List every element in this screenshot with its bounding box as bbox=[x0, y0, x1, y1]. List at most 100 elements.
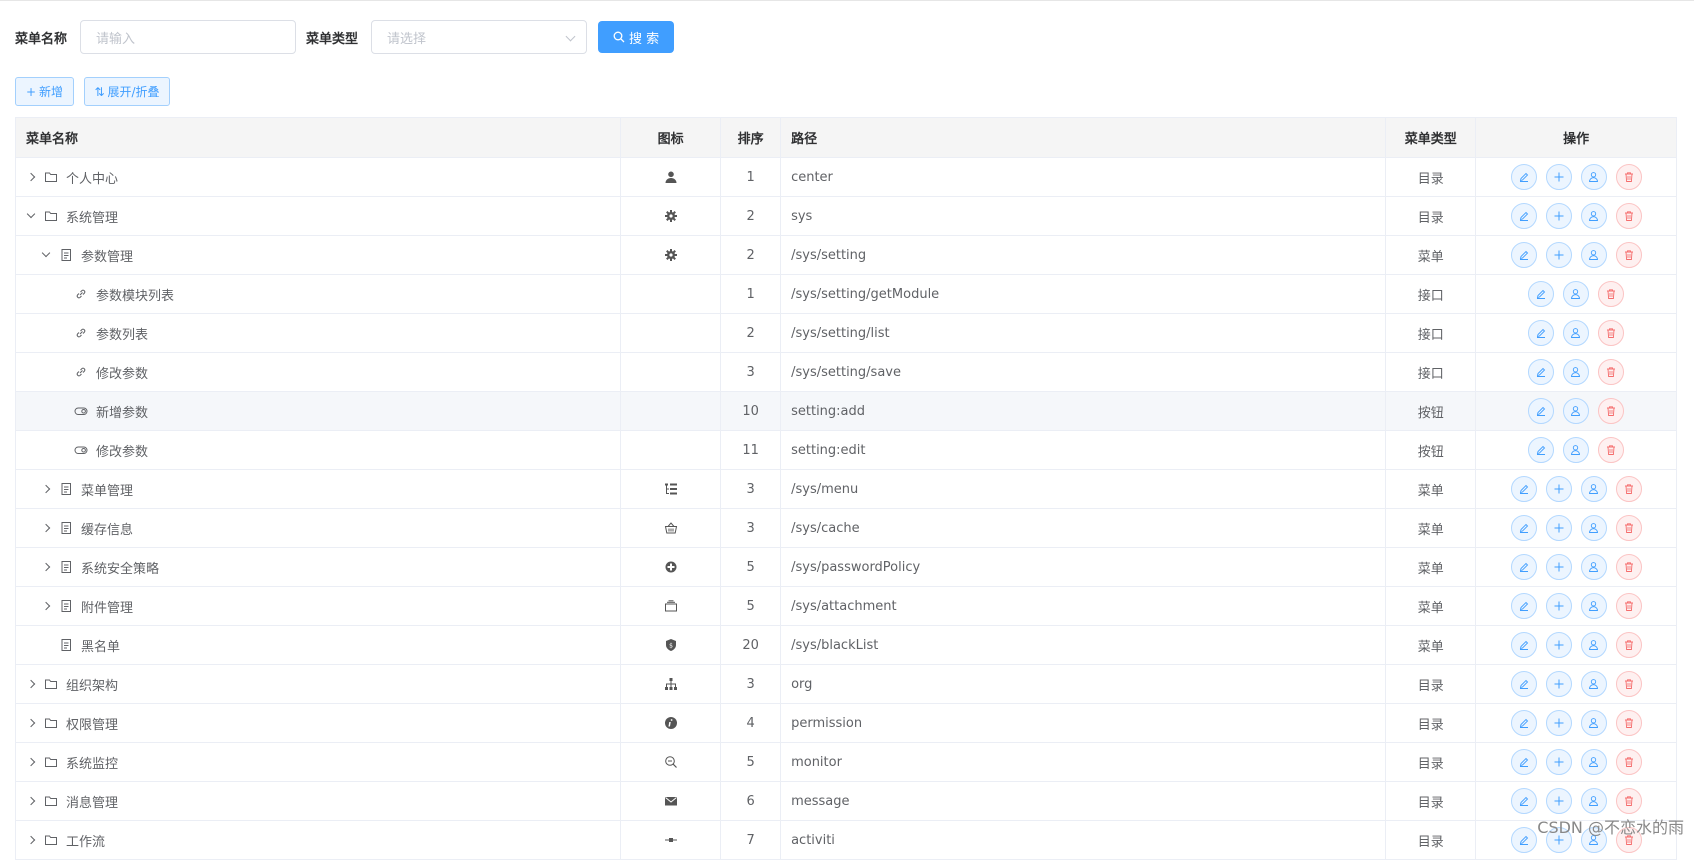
header-icon[interactable]: 图标 bbox=[621, 118, 721, 157]
delete-button[interactable] bbox=[1616, 671, 1642, 697]
chevron-right-icon[interactable] bbox=[24, 837, 38, 843]
table-row[interactable]: 消息管理 6 message 目录 bbox=[16, 782, 1676, 821]
edit-button[interactable] bbox=[1528, 398, 1554, 424]
expand-collapse-button[interactable]: ⇅ 展开/折叠 bbox=[84, 77, 170, 106]
assign-button[interactable] bbox=[1581, 593, 1607, 619]
add-child-button[interactable] bbox=[1546, 593, 1572, 619]
header-ops[interactable]: 操作 bbox=[1476, 118, 1676, 157]
chevron-right-icon[interactable] bbox=[24, 798, 38, 804]
table-row[interactable]: 参数管理 2 /sys/setting 菜单 bbox=[16, 236, 1676, 275]
chevron-right-icon[interactable] bbox=[24, 759, 38, 765]
add-button[interactable]: + 新增 bbox=[15, 77, 74, 106]
table-row[interactable]: 工作流 7 activiti 目录 bbox=[16, 821, 1676, 860]
table-row[interactable]: 修改参数 11 setting:edit 按钮 bbox=[16, 431, 1676, 470]
edit-button[interactable] bbox=[1511, 515, 1537, 541]
chevron-right-icon[interactable] bbox=[24, 681, 38, 687]
edit-button[interactable] bbox=[1511, 593, 1537, 619]
table-row[interactable]: 附件管理 5 /sys/attachment 菜单 bbox=[16, 587, 1676, 626]
add-child-button[interactable] bbox=[1546, 476, 1572, 502]
assign-button[interactable] bbox=[1581, 164, 1607, 190]
table-row[interactable]: 菜单管理 3 /sys/menu 菜单 bbox=[16, 470, 1676, 509]
assign-button[interactable] bbox=[1581, 515, 1607, 541]
add-child-button[interactable] bbox=[1546, 632, 1572, 658]
assign-button[interactable] bbox=[1581, 554, 1607, 580]
assign-button[interactable] bbox=[1581, 671, 1607, 697]
chevron-right-icon[interactable] bbox=[39, 486, 53, 492]
delete-button[interactable] bbox=[1616, 476, 1642, 502]
edit-button[interactable] bbox=[1511, 749, 1537, 775]
assign-button[interactable] bbox=[1581, 632, 1607, 658]
chevron-right-icon[interactable] bbox=[24, 174, 38, 180]
delete-button[interactable] bbox=[1616, 554, 1642, 580]
table-row[interactable]: 参数列表 2 /sys/setting/list 接口 bbox=[16, 314, 1676, 353]
delete-button[interactable] bbox=[1616, 242, 1642, 268]
chevron-down-icon[interactable] bbox=[24, 215, 38, 217]
delete-button[interactable] bbox=[1598, 281, 1624, 307]
delete-button[interactable] bbox=[1598, 359, 1624, 385]
edit-button[interactable] bbox=[1511, 164, 1537, 190]
add-child-button[interactable] bbox=[1546, 710, 1572, 736]
add-child-button[interactable] bbox=[1546, 203, 1572, 229]
edit-button[interactable] bbox=[1511, 671, 1537, 697]
add-child-button[interactable] bbox=[1546, 242, 1572, 268]
table-row[interactable]: 系统监控 5 monitor 目录 bbox=[16, 743, 1676, 782]
chevron-right-icon[interactable] bbox=[39, 525, 53, 531]
table-row[interactable]: 组织架构 3 org 目录 bbox=[16, 665, 1676, 704]
table-row[interactable]: 新增参数 10 setting:add 按钮 bbox=[16, 392, 1676, 431]
header-path[interactable]: 路径 bbox=[781, 118, 1386, 157]
search-button[interactable]: 搜 索 bbox=[598, 21, 674, 53]
assign-button[interactable] bbox=[1581, 710, 1607, 736]
assign-button[interactable] bbox=[1563, 437, 1589, 463]
add-child-button[interactable] bbox=[1546, 749, 1572, 775]
delete-button[interactable] bbox=[1616, 164, 1642, 190]
add-child-button[interactable] bbox=[1546, 788, 1572, 814]
chevron-down-icon[interactable] bbox=[39, 254, 53, 256]
table-row[interactable]: 权限管理 4 permission 目录 bbox=[16, 704, 1676, 743]
chevron-right-icon[interactable] bbox=[24, 720, 38, 726]
header-type[interactable]: 菜单类型 bbox=[1386, 118, 1476, 157]
delete-button[interactable] bbox=[1616, 593, 1642, 619]
assign-button[interactable] bbox=[1563, 320, 1589, 346]
assign-button[interactable] bbox=[1581, 476, 1607, 502]
delete-button[interactable] bbox=[1616, 710, 1642, 736]
menu-type-select[interactable]: 请选择 bbox=[371, 20, 587, 54]
delete-button[interactable] bbox=[1616, 515, 1642, 541]
edit-button[interactable] bbox=[1511, 476, 1537, 502]
delete-button[interactable] bbox=[1616, 203, 1642, 229]
add-child-button[interactable] bbox=[1546, 671, 1572, 697]
header-name[interactable]: 菜单名称 bbox=[16, 118, 621, 157]
edit-button[interactable] bbox=[1528, 359, 1554, 385]
edit-button[interactable] bbox=[1511, 788, 1537, 814]
assign-button[interactable] bbox=[1581, 203, 1607, 229]
chevron-right-icon[interactable] bbox=[39, 564, 53, 570]
delete-button[interactable] bbox=[1598, 437, 1624, 463]
table-row[interactable]: 参数模块列表 1 /sys/setting/getModule 接口 bbox=[16, 275, 1676, 314]
add-child-button[interactable] bbox=[1546, 515, 1572, 541]
table-row[interactable]: 缓存信息 3 /sys/cache 菜单 bbox=[16, 509, 1676, 548]
table-row[interactable]: 个人中心 1 center 目录 bbox=[16, 158, 1676, 197]
edit-button[interactable] bbox=[1528, 437, 1554, 463]
edit-button[interactable] bbox=[1511, 203, 1537, 229]
edit-button[interactable] bbox=[1511, 632, 1537, 658]
edit-button[interactable] bbox=[1511, 554, 1537, 580]
assign-button[interactable] bbox=[1581, 242, 1607, 268]
assign-button[interactable] bbox=[1581, 788, 1607, 814]
edit-button[interactable] bbox=[1511, 710, 1537, 736]
chevron-right-icon[interactable] bbox=[39, 603, 53, 609]
add-child-button[interactable] bbox=[1546, 554, 1572, 580]
assign-button[interactable] bbox=[1563, 281, 1589, 307]
edit-button[interactable] bbox=[1511, 827, 1537, 853]
edit-button[interactable] bbox=[1528, 281, 1554, 307]
delete-button[interactable] bbox=[1616, 749, 1642, 775]
assign-button[interactable] bbox=[1563, 398, 1589, 424]
add-child-button[interactable] bbox=[1546, 164, 1572, 190]
table-row[interactable]: 系统管理 2 sys 目录 bbox=[16, 197, 1676, 236]
assign-button[interactable] bbox=[1563, 359, 1589, 385]
header-sort[interactable]: 排序 bbox=[721, 118, 781, 157]
table-row[interactable]: 系统安全策略 5 /sys/passwordPolicy 菜单 bbox=[16, 548, 1676, 587]
table-row[interactable]: 修改参数 3 /sys/setting/save 接口 bbox=[16, 353, 1676, 392]
menu-name-input[interactable]: 请输入 bbox=[80, 20, 296, 54]
delete-button[interactable] bbox=[1616, 788, 1642, 814]
edit-button[interactable] bbox=[1528, 320, 1554, 346]
assign-button[interactable] bbox=[1581, 749, 1607, 775]
